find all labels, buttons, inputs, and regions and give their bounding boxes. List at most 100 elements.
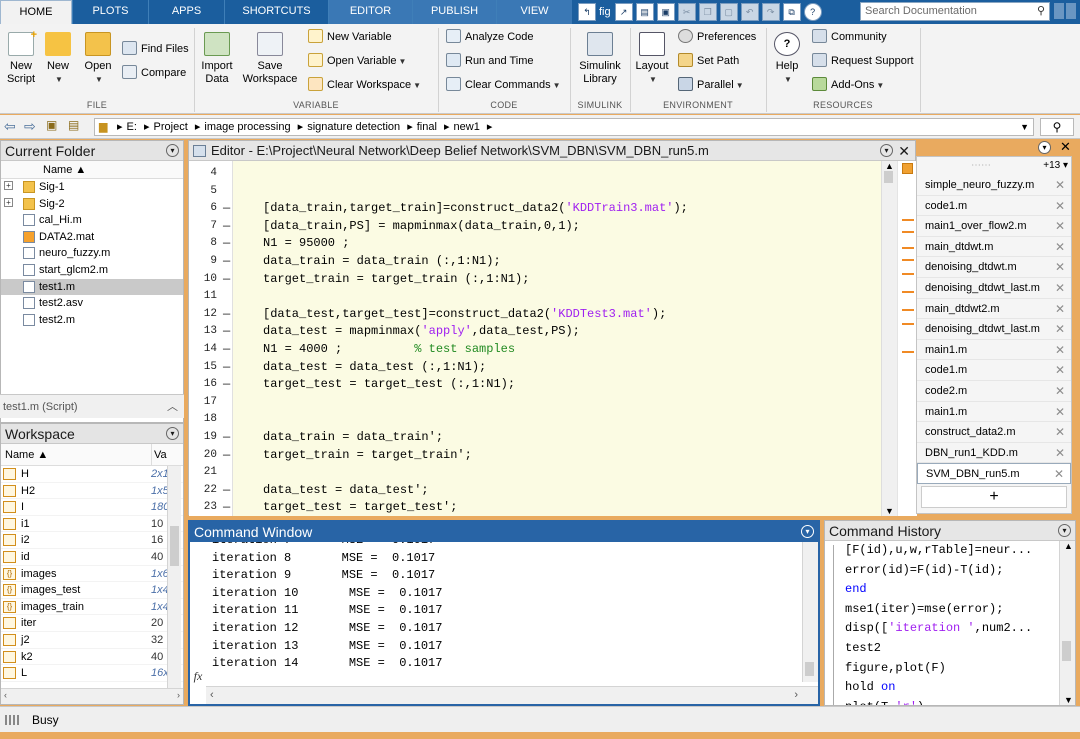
request-support-button[interactable]: Request Support xyxy=(812,52,914,70)
command-horizontal-scrollbar[interactable]: ‹ › xyxy=(206,686,818,704)
warning-mark[interactable] xyxy=(902,309,914,311)
scroll-right-icon[interactable]: › xyxy=(794,689,798,701)
panel-menu-icon[interactable]: ▾ xyxy=(801,525,814,538)
file-tab[interactable]: code2.m ✕ xyxy=(917,381,1071,402)
code-line[interactable]: 10 — target_train = target_train (:,1:N1); xyxy=(189,271,881,289)
code-line[interactable]: 21 xyxy=(189,464,881,482)
compare-button[interactable]: Compare xyxy=(122,64,186,82)
tab-editor[interactable]: EDITOR xyxy=(328,0,412,24)
scroll-right-icon[interactable]: › xyxy=(177,690,180,700)
scroll-down-icon[interactable]: ▼ xyxy=(885,506,894,516)
file-list-item[interactable]: + Sig-1 xyxy=(1,179,183,196)
drag-grip-icon[interactable]: ⋯⋯ xyxy=(971,160,991,171)
simulink-library-button[interactable]: Simulink Library xyxy=(574,32,626,86)
code-line[interactable]: 15 — data_test = data_test (:,1:N1); xyxy=(189,359,881,377)
warning-mark[interactable] xyxy=(902,323,914,325)
breadcrumb-signature-detection[interactable]: signature detection xyxy=(307,121,400,133)
close-tab-icon[interactable]: ✕ xyxy=(1055,175,1065,195)
breakpoint-marker[interactable]: — xyxy=(223,200,230,218)
open-folder-icon[interactable]: ▤ xyxy=(635,3,654,21)
code-line[interactable]: 16 — target_test = target_test (:,1:N1); xyxy=(189,376,881,394)
breakpoint-marker[interactable]: — xyxy=(223,359,230,377)
file-tab[interactable]: main1.m ✕ xyxy=(917,340,1071,361)
code-line[interactable]: 17 xyxy=(189,394,881,412)
code-line[interactable]: 14 — N1 = 4000 ; % test samples xyxy=(189,341,881,359)
breakpoint-marker[interactable]: — xyxy=(223,447,230,465)
file-list-item[interactable]: cal_Hi.m xyxy=(1,212,183,229)
close-tab-icon[interactable]: ✕ xyxy=(1055,422,1065,442)
history-entry[interactable]: mse1(iter)=mse(error); xyxy=(845,600,1003,620)
code-line[interactable]: 7 — [data_train,PS] = mapminmax(data_train… xyxy=(189,218,881,236)
scroll-down-icon[interactable]: ▼ xyxy=(1064,695,1073,705)
cut-icon[interactable]: ✂ xyxy=(677,3,696,21)
code-line[interactable]: 18 xyxy=(189,411,881,429)
tab-publish[interactable]: PUBLISH xyxy=(412,0,496,24)
search-icon[interactable]: ⚲ xyxy=(1037,3,1045,20)
workspace-variable-row[interactable]: id 40 xyxy=(1,549,183,566)
workspace-horizontal-scrollbar[interactable]: ‹ › xyxy=(1,688,183,704)
code-line[interactable]: 11 xyxy=(189,288,881,306)
fig-label[interactable]: fig xyxy=(599,6,611,18)
analyze-code-button[interactable]: Analyze Code xyxy=(446,28,534,46)
file-list-item[interactable]: neuro_fuzzy.m xyxy=(1,245,183,262)
history-vertical-scrollbar[interactable]: ▲ ▼ xyxy=(1059,541,1075,705)
preferences-button[interactable]: Preferences xyxy=(678,28,756,46)
code-line[interactable]: 22 — data_test = data_test'; xyxy=(189,482,881,500)
code-line[interactable]: 9 — data_train = data_train (:,1:N1); xyxy=(189,253,881,271)
run-and-time-button[interactable]: Run and Time xyxy=(446,52,533,70)
new-script-button[interactable]: + New Script xyxy=(4,29,38,86)
workspace-variable-row[interactable]: L 16x xyxy=(1,665,183,682)
close-tab-icon[interactable]: ✕ xyxy=(1055,443,1065,463)
close-tab-icon[interactable]: ✕ xyxy=(1055,381,1065,401)
warning-mark[interactable] xyxy=(902,273,914,275)
history-entry[interactable]: plot(T,'r') xyxy=(845,698,924,705)
save-workspace-button[interactable]: Save Workspace xyxy=(242,32,298,86)
workspace-variable-row[interactable]: {} images_train 1x4 xyxy=(1,599,183,616)
open-variable-button[interactable]: Open Variable ▼ xyxy=(308,52,406,70)
editor-vertical-scrollbar[interactable]: ▲ ▼ xyxy=(881,161,897,516)
file-tab[interactable]: main_dtdwt.m ✕ xyxy=(917,237,1071,258)
scroll-left-icon[interactable]: ‹ xyxy=(4,690,7,700)
function-browser-icon[interactable]: fx xyxy=(190,666,206,686)
browse-folder-icon[interactable]: ▤ xyxy=(68,118,79,132)
warning-mark[interactable] xyxy=(902,351,914,353)
file-list-item[interactable]: test2.m xyxy=(1,312,183,329)
workspace-variable-row[interactable]: j2 32 xyxy=(1,632,183,649)
name-column-header[interactable]: Name ▲ xyxy=(1,161,183,179)
clear-workspace-button[interactable]: Clear Workspace ▼ xyxy=(308,76,421,94)
search-documentation-input[interactable]: Search Documentation ⚲ xyxy=(860,2,1050,21)
workspace-variable-row[interactable]: iter 20 xyxy=(1,615,183,632)
history-entry[interactable]: disp(['iteration ',num2... xyxy=(845,619,1032,639)
workspace-variable-row[interactable]: {} images 1x6 xyxy=(1,566,183,583)
file-tab[interactable]: simple_neuro_fuzzy.m ✕ xyxy=(917,175,1071,196)
warning-mark[interactable] xyxy=(902,219,914,221)
add-ons-button[interactable]: Add-Ons ▼ xyxy=(812,76,884,94)
breadcrumb-image-processing[interactable]: image processing xyxy=(204,121,290,133)
panel-menu-icon[interactable]: ▾ xyxy=(1038,141,1051,154)
file-tab[interactable]: construct_data2.m ✕ xyxy=(917,422,1071,443)
warning-status-icon[interactable] xyxy=(902,163,913,174)
file-tab[interactable]: main1_over_flow2.m ✕ xyxy=(917,216,1071,237)
breadcrumb-project[interactable]: Project xyxy=(154,121,188,133)
file-list-item[interactable]: test1.m xyxy=(1,278,183,296)
workspace-variable-row[interactable]: I 180 xyxy=(1,499,183,516)
parallel-button[interactable]: Parallel ▼ xyxy=(678,76,744,94)
file-list-item[interactable]: test2.asv xyxy=(1,295,183,312)
file-tab[interactable]: SVM_DBN_run5.m ✕ xyxy=(917,463,1071,484)
tab-plots[interactable]: PLOTS xyxy=(72,0,148,24)
code-line[interactable]: 4 xyxy=(189,165,881,183)
warning-mark[interactable] xyxy=(902,231,914,233)
code-line[interactable]: 19 — data_train = data_train'; xyxy=(189,429,881,447)
scrollbar-thumb[interactable] xyxy=(884,171,893,183)
breadcrumb-drive[interactable]: E: xyxy=(127,121,137,133)
help-button[interactable]: ? Help ▼ xyxy=(772,32,802,86)
history-entry[interactable]: error(id)=F(id)-T(id); xyxy=(845,561,1003,581)
breakpoint-marker[interactable]: — xyxy=(223,429,230,447)
file-tab[interactable]: code1.m ✕ xyxy=(917,196,1071,217)
current-path-field[interactable]: ▆ ▸ E: ▸ Project ▸ image processing ▸ signat… xyxy=(94,118,1034,136)
undo-icon[interactable]: ↶ xyxy=(740,3,759,21)
warning-mark[interactable] xyxy=(902,259,914,261)
close-tab-icon[interactable]: ✕ xyxy=(1055,299,1065,319)
close-tab-icon[interactable]: ✕ xyxy=(1055,319,1065,339)
scrollbar-thumb[interactable] xyxy=(170,526,179,566)
